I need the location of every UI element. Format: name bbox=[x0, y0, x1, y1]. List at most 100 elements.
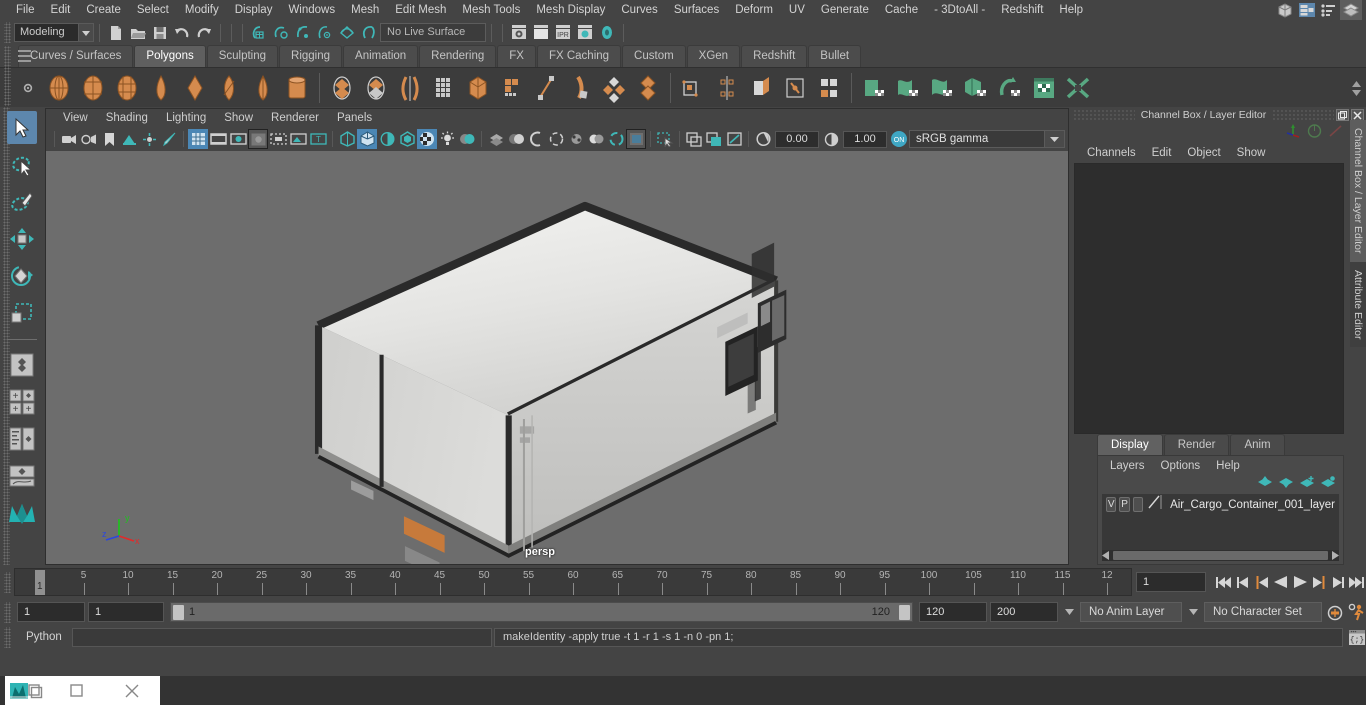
ipr-render-icon[interactable] bbox=[530, 22, 552, 44]
close-icon[interactable] bbox=[105, 684, 161, 698]
shelf-scroll-arrows[interactable] bbox=[1348, 68, 1364, 108]
smooth-shade-icon[interactable] bbox=[357, 129, 377, 149]
select-tool[interactable] bbox=[7, 111, 37, 144]
shelf-tab-xgen[interactable]: XGen bbox=[686, 45, 741, 67]
anim-start-field[interactable]: 1 bbox=[17, 602, 85, 622]
single-perspective-layout[interactable] bbox=[7, 348, 37, 381]
redo-icon[interactable] bbox=[193, 22, 215, 44]
channel-box-menu-edit[interactable]: Edit bbox=[1144, 147, 1180, 159]
exposure-field[interactable]: 0.00 bbox=[775, 130, 819, 148]
shelf-tab-polygons[interactable]: Polygons bbox=[134, 45, 206, 67]
maximize-icon[interactable] bbox=[49, 684, 105, 697]
uv-editor-icon[interactable] bbox=[1027, 71, 1060, 105]
motion-blur-icon[interactable] bbox=[506, 129, 526, 149]
layer-color-swatch[interactable] bbox=[1146, 494, 1163, 515]
shelf-tab-curves-surfaces[interactable]: Curves / Surfaces bbox=[18, 45, 134, 67]
uv-unfold-icon[interactable] bbox=[1061, 71, 1094, 105]
shaded-wireframe-icon[interactable] bbox=[377, 129, 397, 149]
persp-outliner-layout[interactable] bbox=[7, 422, 37, 455]
four-view-layout[interactable]: + + + bbox=[7, 385, 37, 418]
poly-cylinder-icon[interactable] bbox=[110, 71, 143, 105]
viewport-menu-renderer[interactable]: Renderer bbox=[262, 109, 328, 127]
shadows-icon[interactable] bbox=[457, 129, 477, 149]
maya-app-icon[interactable] bbox=[5, 681, 49, 701]
snapshot-view-icon[interactable] bbox=[724, 129, 744, 149]
shelf-tab-rendering[interactable]: Rendering bbox=[419, 45, 497, 67]
viewport-menu-view[interactable]: View bbox=[54, 109, 97, 127]
hypershade-icon[interactable] bbox=[574, 22, 596, 44]
combine-icon[interactable] bbox=[597, 71, 630, 105]
taskbar-window-button[interactable] bbox=[5, 676, 160, 705]
menu-item-edit-mesh[interactable]: Edit Mesh bbox=[387, 0, 454, 20]
paint-select-tool[interactable] bbox=[7, 185, 37, 218]
color-management-toggle-icon[interactable]: ON bbox=[889, 129, 909, 149]
shelf-tab-redshift[interactable]: Redshift bbox=[741, 45, 808, 67]
persp-graph-layout[interactable] bbox=[7, 459, 37, 492]
menu-item-deform[interactable]: Deform bbox=[727, 0, 781, 20]
bridge-icon[interactable] bbox=[812, 71, 845, 105]
uv-automatic-icon[interactable] bbox=[959, 71, 992, 105]
shelf-tab-rigging[interactable]: Rigging bbox=[279, 45, 343, 67]
step-back-keyframe-icon[interactable] bbox=[1233, 571, 1252, 593]
play-forwards-icon[interactable] bbox=[1290, 571, 1309, 593]
character-set-selector[interactable]: No Character Set bbox=[1204, 602, 1322, 622]
shelf-tab-fx[interactable]: FX bbox=[497, 45, 536, 67]
range-end-field[interactable]: 120 bbox=[919, 602, 987, 622]
current-frame-field[interactable]: 1 bbox=[1136, 572, 1206, 592]
poly-cone-icon[interactable] bbox=[144, 71, 177, 105]
menu-set-selector[interactable]: Modeling bbox=[14, 23, 94, 42]
channel-box-content[interactable] bbox=[1074, 163, 1344, 434]
field-chart-icon[interactable] bbox=[268, 129, 288, 149]
menu-item-cache[interactable]: Cache bbox=[877, 0, 926, 20]
circle-manip-icon[interactable] bbox=[1306, 123, 1323, 144]
chevron-down-icon[interactable] bbox=[1045, 130, 1065, 148]
bookmark-icon[interactable] bbox=[99, 129, 119, 149]
modeling-toolkit-icon[interactable] bbox=[1274, 0, 1296, 21]
select-camera-icon[interactable] bbox=[59, 129, 79, 149]
grease-pencil-icon[interactable] bbox=[159, 129, 179, 149]
range-slider[interactable]: 1 120 bbox=[170, 602, 913, 622]
command-input-field[interactable] bbox=[72, 627, 492, 647]
poly-platonic-icon[interactable] bbox=[495, 71, 528, 105]
command-language-label[interactable]: Python bbox=[16, 631, 70, 643]
layer-menu-help[interactable]: Help bbox=[1208, 460, 1248, 472]
screen-space-ao-icon[interactable] bbox=[486, 129, 506, 149]
uv-cylindrical-icon[interactable] bbox=[891, 71, 924, 105]
lasso-select-tool[interactable] bbox=[7, 148, 37, 181]
extrude-icon[interactable] bbox=[744, 71, 777, 105]
layer-playback-toggle[interactable]: P bbox=[1119, 497, 1130, 512]
layer-visibility-toggle[interactable]: V bbox=[1106, 497, 1117, 512]
save-scene-icon[interactable] bbox=[149, 22, 171, 44]
rotate-tool[interactable] bbox=[7, 259, 37, 292]
go-to-start-icon[interactable] bbox=[1214, 571, 1233, 593]
shelf-tab-fx-caching[interactable]: FX Caching bbox=[536, 45, 622, 67]
separate-icon[interactable] bbox=[631, 71, 664, 105]
select-by-object-icon[interactable] bbox=[270, 22, 292, 44]
shelf-menu-icon[interactable] bbox=[18, 50, 31, 62]
menu-item-mesh[interactable]: Mesh bbox=[343, 0, 387, 20]
layer-tab-display[interactable]: Display bbox=[1097, 434, 1163, 455]
wireframe-icon[interactable] bbox=[337, 129, 357, 149]
2d-pan-zoom-icon[interactable] bbox=[139, 129, 159, 149]
xray-joints-icon[interactable] bbox=[606, 129, 626, 149]
layer-editor-icon[interactable] bbox=[1340, 0, 1362, 21]
multisample-aa-icon[interactable] bbox=[526, 129, 546, 149]
menu-item-mesh-tools[interactable]: Mesh Tools bbox=[454, 0, 528, 20]
layer-tab-render[interactable]: Render bbox=[1163, 434, 1230, 455]
play-backwards-icon[interactable] bbox=[1271, 571, 1290, 593]
new-layer-icon[interactable] bbox=[1300, 475, 1314, 493]
gamma-field[interactable]: 1.00 bbox=[843, 130, 887, 148]
live-surface-field[interactable]: No Live Surface bbox=[380, 23, 486, 42]
snap-curve-icon[interactable] bbox=[336, 22, 358, 44]
layer-list[interactable]: V P Air_Cargo_Container_001_layer bbox=[1102, 494, 1339, 550]
uv-spherical-icon[interactable] bbox=[925, 71, 958, 105]
booleans-icon[interactable] bbox=[676, 71, 709, 105]
layer-list-item[interactable]: V P Air_Cargo_Container_001_layer bbox=[1102, 494, 1339, 515]
range-slider-grip[interactable] bbox=[4, 601, 11, 623]
safe-title-icon[interactable]: T bbox=[308, 129, 328, 149]
dock-drag-handle-right[interactable] bbox=[1272, 110, 1334, 120]
viewport-menu-shading[interactable]: Shading bbox=[97, 109, 157, 127]
menu-item-3dtoall[interactable]: - 3DtoAll - bbox=[926, 0, 993, 20]
depth-of-field-icon[interactable] bbox=[546, 129, 566, 149]
shelf-tab-sculpting[interactable]: Sculpting bbox=[206, 45, 279, 67]
